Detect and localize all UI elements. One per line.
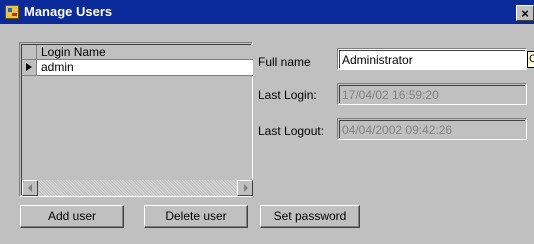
close-icon[interactable]: ×: [516, 5, 534, 21]
login-cell[interactable]: admin: [41, 60, 74, 75]
title-bar[interactable]: Manage Users ×: [0, 0, 534, 24]
horizontal-scrollbar[interactable]: [22, 180, 253, 196]
grid-header: Login Name: [22, 45, 253, 60]
row-pointer-icon: [22, 60, 37, 75]
scroll-right-arrow-icon[interactable]: [237, 180, 253, 196]
last-login-field: [339, 85, 525, 103]
last-login-field-frame: [337, 83, 527, 105]
full-name-field-frame: [337, 48, 527, 70]
table-row[interactable]: admin: [22, 60, 253, 76]
users-grid[interactable]: Login Name admin: [19, 42, 253, 197]
full-name-field[interactable]: [339, 50, 525, 68]
column-header-login-name[interactable]: Login Name: [41, 45, 106, 59]
set-password-button[interactable]: Set password: [260, 205, 360, 228]
last-logout-label: Last Logout:: [258, 124, 325, 138]
last-logout-field: [339, 120, 525, 138]
full-name-label: Full name: [258, 55, 311, 69]
window-title: Manage Users: [24, 4, 113, 19]
last-login-label: Last Login:: [258, 88, 317, 102]
grid-header-indicator: [22, 45, 37, 59]
users-app-icon: [5, 5, 19, 19]
delete-user-button[interactable]: Delete user: [144, 205, 248, 228]
last-logout-field-frame: [337, 118, 527, 140]
scroll-left-arrow-icon[interactable]: [22, 180, 38, 196]
tooltip-hint: C: [527, 51, 534, 68]
add-user-button[interactable]: Add user: [20, 205, 124, 228]
